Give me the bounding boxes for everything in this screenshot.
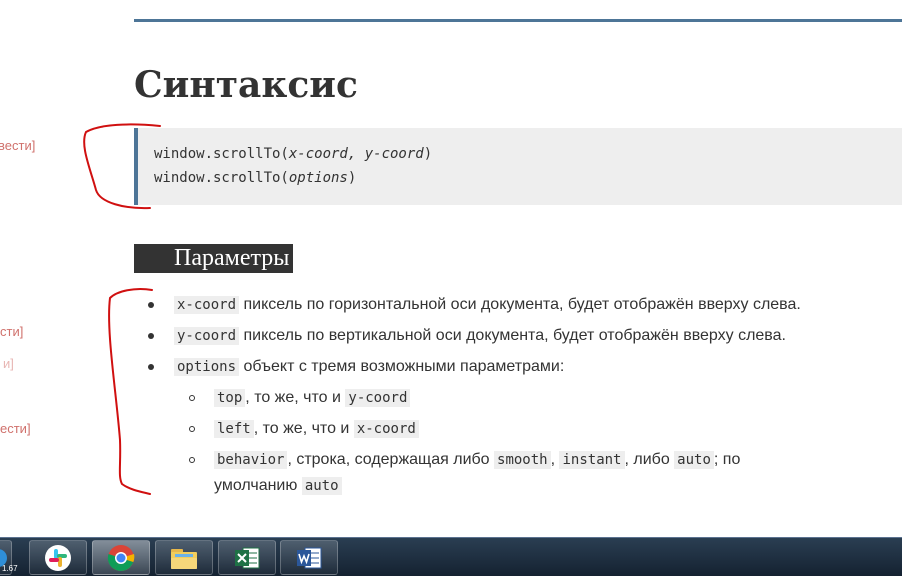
excel-icon (235, 547, 260, 568)
bracket-parameters (108, 288, 153, 495)
folder-icon (171, 548, 197, 569)
list-item: options объект с тремя возможными параме… (174, 354, 564, 380)
bullet (148, 302, 154, 308)
syntax-args: x-coord, y-coord (288, 146, 424, 162)
bullet (148, 364, 154, 370)
sub-bullet (189, 395, 195, 401)
param-description: объект с тремя возможными параметрами: (239, 358, 565, 375)
list-item: y-coord пиксель по вертикальной оси доку… (174, 323, 786, 349)
inline-code: smooth (494, 451, 551, 469)
param-description: пиксель по горизонтальной оси документа,… (239, 296, 801, 313)
inline-code: left (214, 420, 254, 438)
sub-list-item: behavior, строка, содержащая либо smooth… (214, 447, 740, 473)
syntax-line: window.scrollTo(options) (154, 166, 902, 190)
page: вести] сти] и] ести] Синтаксис window.sc… (0, 0, 902, 576)
param-description: , то же, что и (245, 389, 346, 406)
param-description: , либо (624, 451, 675, 468)
taskbar-button-explorer[interactable] (155, 540, 213, 575)
inline-code: auto (301, 477, 342, 495)
sub-bullet (189, 457, 195, 463)
parameters-heading: Параметры (134, 244, 294, 273)
slack-icon (45, 544, 71, 571)
tray-text: 1.67 (2, 564, 18, 573)
inline-code: x-coord (353, 420, 419, 438)
sub-list-item: left, то же, что и x-coord (214, 416, 419, 442)
sidebar-link-fragment[interactable]: сти] (0, 324, 23, 340)
syntax-function: window.scrollTo( (154, 146, 289, 162)
inline-code: top (214, 389, 246, 407)
bullet (148, 333, 154, 339)
inline-code: x-coord (174, 296, 240, 314)
inline-code: auto (674, 451, 714, 469)
param-description: пиксель по вертикальной оси документа, б… (239, 327, 786, 344)
sidebar-link-fragment[interactable]: и] (3, 356, 14, 372)
taskbar: 1.67 (0, 537, 902, 576)
sub-list-item: top, то же, что и y-coord (214, 385, 411, 411)
taskbar-button-slack[interactable] (29, 540, 87, 575)
taskbar-button-word[interactable] (280, 540, 338, 575)
inline-code: behavior (214, 451, 288, 469)
inline-code: y-coord (345, 389, 411, 407)
taskbar-button-partial[interactable]: 1.67 (0, 540, 18, 575)
inline-code: y-coord (174, 327, 240, 345)
list-item: x-coord пиксель по горизонтальной оси до… (174, 292, 801, 318)
syntax-function: window.scrollTo( (154, 170, 289, 186)
syntax-close: ) (423, 146, 433, 162)
inline-code: instant (559, 451, 625, 469)
syntax-code-block: window.scrollTo(x-coord, y-coord) window… (134, 128, 902, 205)
param-description: , строка, содержащая либо (287, 451, 495, 468)
sub-bullet (189, 426, 195, 432)
sub-list-item-continuation: умолчанию auto (214, 473, 342, 499)
taskbar-button-chrome[interactable] (92, 540, 150, 575)
sidebar-link-fragment[interactable]: ести] (0, 421, 31, 437)
param-description: , то же, что и (253, 420, 354, 437)
syntax-args: options (288, 170, 348, 186)
taskbar-button-excel[interactable] (218, 540, 276, 575)
page-title: Синтаксис (134, 64, 358, 106)
sidebar-link-fragment[interactable]: вести] (0, 138, 35, 154)
chrome-icon (107, 544, 135, 571)
word-icon (297, 547, 322, 568)
param-description: умолчанию (214, 477, 302, 494)
param-description: ; по (713, 451, 741, 468)
inline-code: options (174, 358, 240, 376)
top-divider (134, 19, 902, 22)
syntax-line: window.scrollTo(x-coord, y-coord) (154, 142, 902, 166)
syntax-close: ) (347, 170, 357, 186)
